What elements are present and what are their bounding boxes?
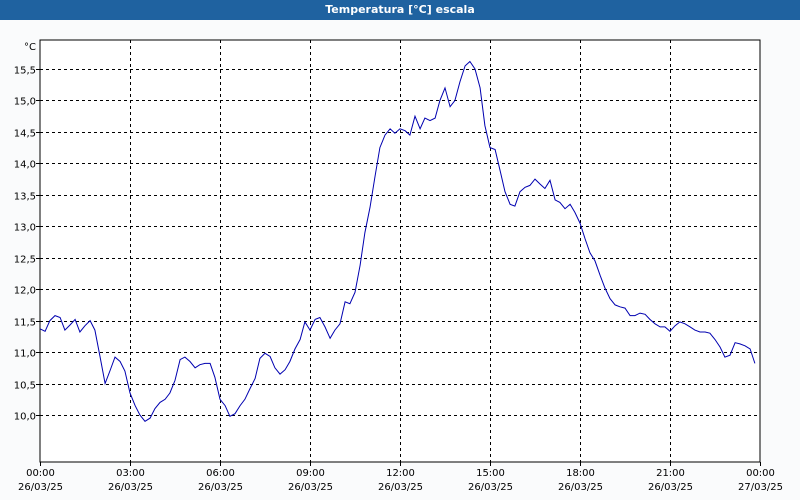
y-tick-label: 10,0 <box>14 412 36 423</box>
x-tick-time-label: 21:00 <box>656 468 685 479</box>
x-tick-date-label: 26/03/25 <box>108 482 153 493</box>
x-tick-date-label: 26/03/25 <box>288 482 333 493</box>
y-tick-label: 13,0 <box>14 223 36 234</box>
x-tick-time-label: 06:00 <box>206 468 235 479</box>
x-tick-time-label: 09:00 <box>296 468 325 479</box>
y-tick-label: 15,0 <box>14 97 36 108</box>
x-tick-time-label: 03:00 <box>116 468 145 479</box>
x-tick-time-label: 18:00 <box>566 468 595 479</box>
y-tick-label: 14,5 <box>14 129 36 140</box>
x-tick-time-label: 00:00 <box>26 468 55 479</box>
x-tick-date-label: 26/03/25 <box>558 482 603 493</box>
x-tick-date-label: 26/03/25 <box>648 482 693 493</box>
x-tick-date-label: 26/03/25 <box>468 482 513 493</box>
y-tick-label: 12,0 <box>14 286 36 297</box>
plot-area: 10,0 10,5 11,0 11,5 12,0 12,5 13,0 13,5 14,0 14,5… <box>0 20 800 500</box>
y-tick-label: 13,5 <box>14 192 36 203</box>
y-tick-label: 11,0 <box>14 349 36 360</box>
x-tick-date-label: 27/03/25 <box>738 482 783 493</box>
x-tick-date-label: 26/03/25 <box>18 482 63 493</box>
y-tick-label: 11,5 <box>14 318 36 329</box>
window-title: Temperatura [°C] escala <box>0 0 800 20</box>
y-tick-label: 14,0 <box>14 160 36 171</box>
x-tick-date-label: 26/03/25 <box>198 482 243 493</box>
x-tick-time-label: 12:00 <box>386 468 415 479</box>
x-tick-date-label: 26/03/25 <box>378 482 423 493</box>
y-tick-label: 15,5 <box>14 66 36 77</box>
x-tick-time-label: 15:00 <box>476 468 505 479</box>
x-tick-time-label: 00:00 <box>746 468 775 479</box>
y-axis-unit-label: °C <box>24 42 36 53</box>
y-tick-label: 12,5 <box>14 255 36 266</box>
y-tick-label: 10,5 <box>14 381 36 392</box>
temperature-chart: 10,0 10,5 11,0 11,5 12,0 12,5 13,0 13,5 14,0 14,5… <box>14 39 783 493</box>
chart-window: Temperatura [°C] escala 10,0 10,5 11,0 11,5… <box>0 0 800 500</box>
